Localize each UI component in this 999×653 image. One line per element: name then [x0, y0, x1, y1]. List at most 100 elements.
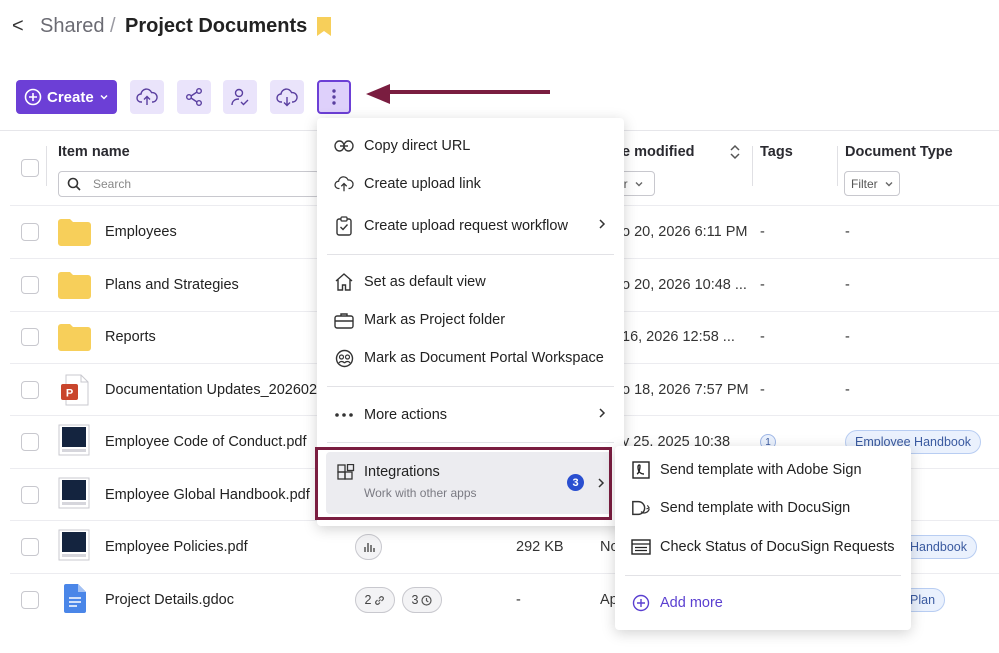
menu-item-label: Copy direct URL [364, 138, 471, 154]
upload-button[interactable] [130, 80, 164, 114]
document-type-value: - [845, 224, 850, 240]
row-checkbox[interactable] [21, 591, 39, 609]
column-separator [837, 146, 838, 186]
item-name[interactable]: Employee Global Handbook.pdf [105, 487, 310, 503]
folder-icon [58, 323, 91, 351]
item-name[interactable]: Employees [105, 224, 177, 240]
modified-date: 16, 2026 12:58 ... [622, 329, 735, 345]
tags-value: - [760, 224, 765, 240]
submenu-item-docusign-status[interactable]: Check Status of DocuSign Requests [615, 529, 911, 565]
search-placeholder: Search [93, 177, 132, 191]
row-checkbox[interactable] [21, 486, 39, 504]
item-name[interactable]: Employee Policies.pdf [105, 539, 248, 555]
cloud-download-icon [276, 87, 298, 107]
menu-divider [327, 254, 614, 255]
document-type-filter-button[interactable]: Filter [844, 171, 900, 196]
pdf-thumbnail-icon [58, 477, 90, 509]
menu-item-mark-project-folder[interactable]: Mark as Project folder [317, 302, 624, 338]
submenu-item-adobe-sign[interactable]: Send template with Adobe Sign [615, 452, 911, 488]
submenu-item-label: Send template with DocuSign [660, 500, 851, 516]
download-button[interactable] [270, 80, 304, 114]
home-icon [334, 272, 354, 292]
column-separator [46, 146, 47, 186]
share-icon [184, 87, 204, 107]
bar-chart-icon [363, 541, 375, 553]
page-title: Project Documents [125, 15, 308, 37]
menu-item-create-upload-link[interactable]: Create upload link [317, 166, 624, 202]
portal-icon [334, 348, 354, 368]
row-checkbox[interactable] [21, 433, 39, 451]
links-pill[interactable]: 2 [355, 587, 395, 613]
breadcrumb-separator: / [110, 15, 116, 37]
breadcrumb-shared[interactable]: Shared [40, 15, 105, 38]
menu-item-set-default-view[interactable]: Set as default view [317, 264, 624, 300]
column-separator [752, 146, 753, 186]
bookmark-icon[interactable] [316, 16, 332, 37]
menu-divider [327, 442, 614, 443]
row-checkbox[interactable] [21, 538, 39, 556]
sort-icon[interactable] [729, 143, 741, 161]
link-icon [374, 595, 385, 606]
integrations-submenu: Send template with Adobe Sign Send templ… [615, 446, 911, 630]
file-size: - [516, 592, 521, 608]
google-doc-icon [64, 584, 86, 613]
row-checkbox[interactable] [21, 276, 39, 294]
item-name[interactable]: Employee Code of Conduct.pdf [105, 434, 307, 450]
link-icon [334, 136, 354, 156]
submenu-item-docusign[interactable]: Send template with DocuSign [615, 490, 911, 526]
menu-item-label: Mark as Document Portal Workspace [364, 350, 604, 366]
cloud-upload-icon [136, 87, 158, 107]
back-button[interactable]: < [12, 15, 32, 37]
stats-pill[interactable] [355, 534, 382, 560]
menu-divider [327, 386, 614, 387]
powerpoint-file-icon: P [60, 374, 90, 406]
more-options-button[interactable] [317, 80, 351, 114]
plus-circle-icon [631, 593, 651, 613]
item-name[interactable]: Documentation Updates_202602 [105, 382, 317, 398]
column-header-item-name[interactable]: Item name [58, 144, 130, 160]
svg-text:P: P [66, 388, 73, 400]
column-header-tags[interactable]: Tags [760, 144, 793, 160]
folder-icon [58, 218, 91, 246]
filter-label: Filter [851, 176, 878, 191]
item-name[interactable]: Plans and Strategies [105, 277, 239, 293]
row-checkbox[interactable] [21, 381, 39, 399]
row-checkbox[interactable] [21, 223, 39, 241]
folder-icon [58, 271, 91, 299]
submenu-item-label: Send template with Adobe Sign [660, 462, 862, 478]
ellipsis-icon [334, 405, 354, 425]
menu-item-label: Set as default view [364, 274, 486, 290]
pdf-thumbnail-icon [58, 529, 90, 561]
document-type-value: - [845, 329, 850, 345]
cloud-upload-icon [334, 174, 354, 194]
status-list-icon [631, 537, 651, 557]
history-count: 3 [411, 593, 419, 607]
document-type-tag[interactable]: Handbook [900, 535, 977, 559]
chevron-down-icon [99, 92, 109, 102]
item-name[interactable]: Reports [105, 329, 156, 345]
column-header-modified[interactable]: e modified [622, 144, 695, 160]
create-button[interactable]: Create [16, 80, 117, 114]
add-more-integrations[interactable]: Add more [615, 585, 911, 621]
clipboard-check-icon [334, 216, 354, 236]
menu-item-more-actions[interactable]: More actions [317, 397, 624, 433]
adobe-sign-icon [631, 460, 651, 480]
search-input[interactable]: Search [58, 171, 320, 197]
menu-item-copy-direct-url[interactable]: Copy direct URL [317, 128, 624, 164]
user-permissions-button[interactable] [223, 80, 257, 114]
menu-item-create-upload-request-workflow[interactable]: Create upload request workflow [317, 208, 624, 244]
select-all-checkbox[interactable] [21, 159, 39, 177]
column-header-document-type[interactable]: Document Type [845, 144, 953, 160]
search-icon [67, 177, 81, 191]
menu-item-label: More actions [364, 407, 448, 423]
item-name[interactable]: Project Details.gdoc [105, 592, 234, 608]
row-checkbox[interactable] [21, 328, 39, 346]
chevron-right-icon [598, 218, 606, 230]
clock-icon [421, 594, 433, 606]
history-pill[interactable]: 3 [402, 587, 442, 613]
menu-item-mark-document-portal-workspace[interactable]: Mark as Document Portal Workspace [317, 340, 624, 376]
document-type-value: - [845, 382, 850, 398]
docusign-icon [631, 498, 651, 518]
share-button[interactable] [177, 80, 211, 114]
document-type-value: - [845, 277, 850, 293]
